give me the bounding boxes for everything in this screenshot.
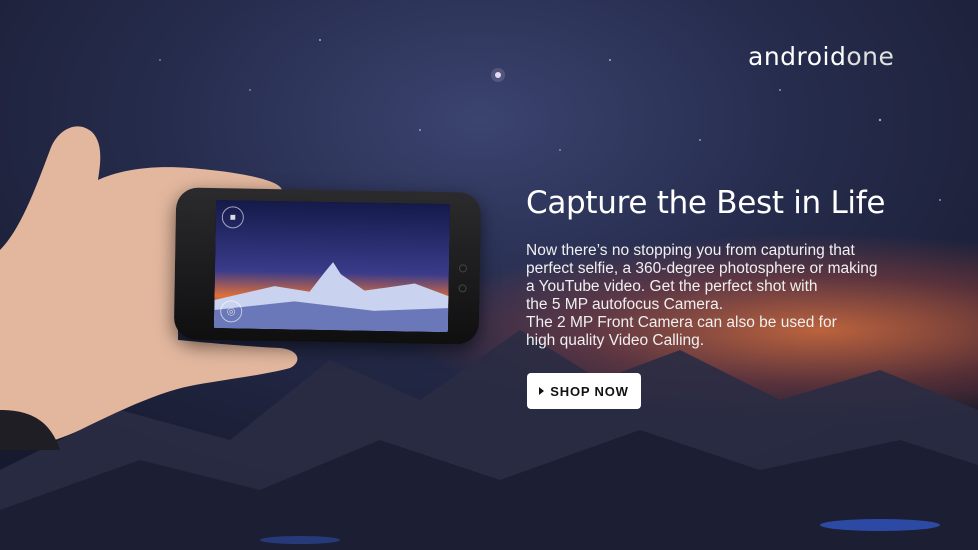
phone-sensor xyxy=(458,284,467,293)
body-line: Now there’s no stopping you from capturi… xyxy=(526,242,855,259)
body-line: perfect selfie, a 360-degree photosphere… xyxy=(526,260,878,277)
headline: Capture the Best in Life xyxy=(526,185,886,221)
logo-android: android xyxy=(748,42,847,71)
phone-sensor xyxy=(458,264,468,273)
phone-screen: ■ ◎ xyxy=(213,200,451,333)
play-icon xyxy=(539,387,545,395)
promo-banner: ■ ◎ androidone Capture the Best in Life … xyxy=(0,0,978,550)
shop-now-label: SHOP NOW xyxy=(550,383,629,399)
android-one-logo: androidone xyxy=(748,42,894,71)
logo-one: one xyxy=(846,42,895,71)
body-line: The 2 MP Front Camera can also be used f… xyxy=(526,314,837,331)
body-copy: Now there’s no stopping you from capturi… xyxy=(526,242,946,350)
shop-now-button[interactable]: SHOP NOW xyxy=(527,373,641,409)
body-line: the 5 MP autofocus Camera. xyxy=(526,296,724,313)
body-line: a YouTube video. Get the perfect shot wi… xyxy=(526,278,818,295)
smartphone: ■ ◎ xyxy=(173,187,482,345)
screen-photo xyxy=(213,200,451,333)
body-line: high quality Video Calling. xyxy=(526,332,705,349)
